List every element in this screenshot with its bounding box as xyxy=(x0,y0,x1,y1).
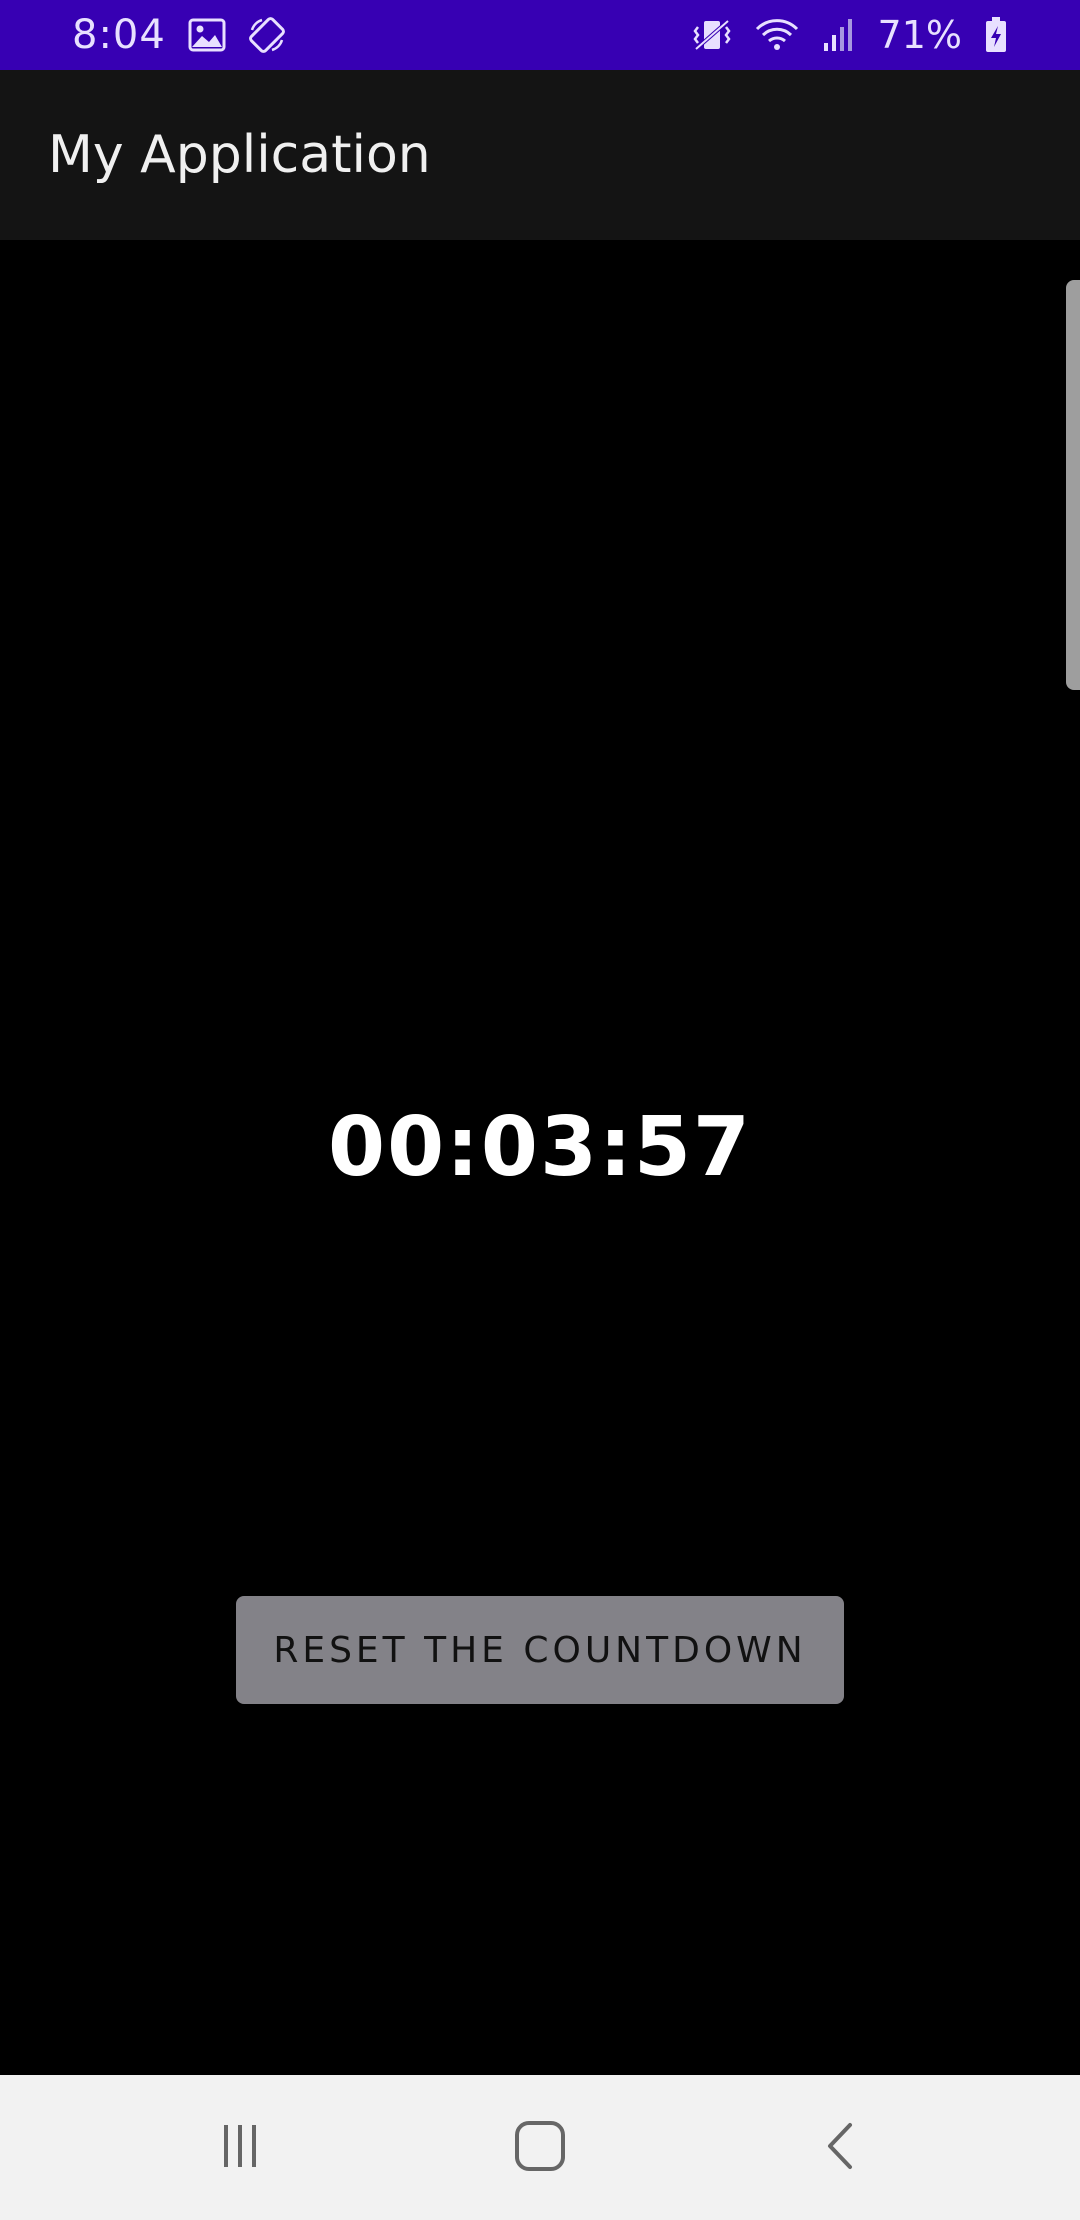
wifi-icon xyxy=(754,17,800,53)
back-icon xyxy=(820,2119,860,2177)
vibrate-icon xyxy=(692,17,732,53)
recent-apps-button[interactable] xyxy=(160,2088,320,2208)
back-button[interactable] xyxy=(760,2088,920,2208)
home-icon xyxy=(513,2119,567,2177)
status-bar: 8:04 71% xyxy=(0,0,1080,70)
recent-apps-icon xyxy=(215,2121,265,2175)
app-title: My Application xyxy=(48,125,431,185)
countdown-timer: 00:03:57 xyxy=(328,1100,752,1195)
app-bar: My Application xyxy=(0,70,1080,240)
navigation-bar xyxy=(0,2075,1080,2220)
home-button[interactable] xyxy=(460,2088,620,2208)
main-content: 00:03:57 RESET THE COUNTDOWN xyxy=(0,240,1080,2075)
screen-rotation-icon xyxy=(248,16,286,54)
image-icon xyxy=(188,18,226,52)
app-screen: 8:04 71% My Application 00:03:57 RESET T… xyxy=(0,0,1080,2220)
battery-charging-icon xyxy=(984,16,1008,54)
battery-percent: 71% xyxy=(877,13,962,57)
status-left: 8:04 xyxy=(72,12,286,58)
scroll-indicator xyxy=(1066,280,1080,690)
reset-countdown-button[interactable]: RESET THE COUNTDOWN xyxy=(236,1596,844,1704)
status-time: 8:04 xyxy=(72,12,166,58)
status-right: 71% xyxy=(692,13,1008,57)
signal-icon xyxy=(822,17,856,53)
